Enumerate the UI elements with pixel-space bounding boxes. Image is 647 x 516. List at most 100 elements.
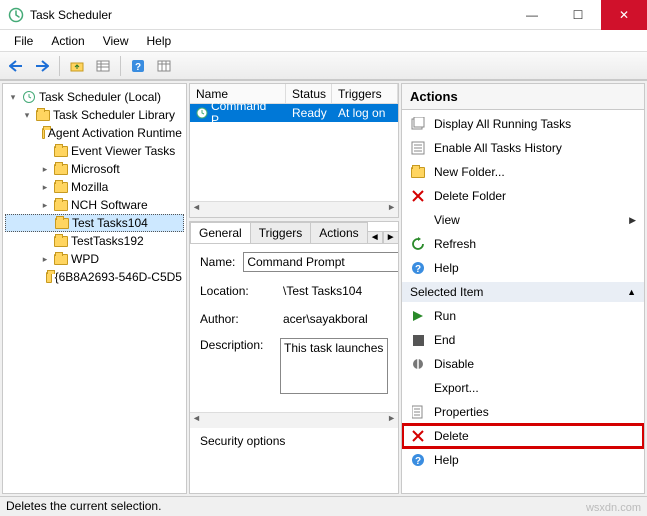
horizontal-scrollbar[interactable] bbox=[190, 412, 398, 428]
action-help[interactable]: ? Help bbox=[402, 448, 644, 472]
menu-file[interactable]: File bbox=[6, 32, 41, 50]
expander-icon[interactable]: ▸ bbox=[39, 254, 51, 265]
maximize-button[interactable]: ☐ bbox=[555, 0, 601, 30]
task-status: Ready bbox=[286, 106, 332, 120]
action-delete-folder[interactable]: Delete Folder bbox=[402, 184, 644, 208]
tree-item[interactable]: TestTasks192 bbox=[5, 232, 184, 250]
navigation-tree[interactable]: ▾ Task Scheduler (Local) ▾ Task Schedule… bbox=[2, 83, 187, 494]
tree-root-label: Task Scheduler (Local) bbox=[39, 90, 161, 104]
clock-icon bbox=[22, 90, 36, 104]
tree-item-label: WPD bbox=[71, 252, 99, 266]
action-disable[interactable]: Disable bbox=[402, 352, 644, 376]
status-bar: Deletes the current selection. bbox=[0, 496, 647, 516]
close-button[interactable]: ✕ bbox=[601, 0, 647, 30]
horizontal-scrollbar[interactable] bbox=[190, 201, 398, 217]
properties-icon bbox=[410, 404, 426, 420]
action-help[interactable]: ? Help bbox=[402, 256, 644, 280]
tree-item[interactable]: Event Viewer Tasks bbox=[5, 142, 184, 160]
blank-icon bbox=[410, 212, 426, 228]
menu-action[interactable]: Action bbox=[43, 32, 92, 50]
action-label: End bbox=[434, 333, 455, 347]
delete-icon bbox=[410, 188, 426, 204]
tree-item[interactable]: ▸Microsoft bbox=[5, 160, 184, 178]
action-enable-history[interactable]: Enable All Tasks History bbox=[402, 136, 644, 160]
col-triggers[interactable]: Triggers bbox=[332, 84, 398, 103]
tree-library-label: Task Scheduler Library bbox=[53, 108, 175, 122]
action-properties[interactable]: Properties bbox=[402, 400, 644, 424]
action-label: New Folder... bbox=[434, 165, 505, 179]
expander-icon[interactable]: ▾ bbox=[7, 92, 19, 103]
tree-item[interactable]: ▸ WPD bbox=[5, 250, 184, 268]
action-run[interactable]: Run bbox=[402, 304, 644, 328]
tree-item[interactable]: ▸Mozilla bbox=[5, 178, 184, 196]
menu-bar: File Action View Help bbox=[0, 30, 647, 52]
table-view-button[interactable] bbox=[91, 55, 115, 77]
tab-scroll[interactable]: ◄► bbox=[367, 231, 399, 243]
col-status[interactable]: Status bbox=[286, 84, 332, 103]
action-label: Help bbox=[434, 453, 459, 467]
task-row[interactable]: Command P... Ready At log on bbox=[190, 104, 398, 122]
tree-item-label: TestTasks192 bbox=[71, 234, 144, 248]
task-list-pane: Name Status Triggers Command P... Ready … bbox=[189, 83, 399, 218]
collapse-icon[interactable]: ▲ bbox=[627, 287, 636, 297]
expander-icon[interactable]: ▸ bbox=[39, 200, 51, 211]
folder-icon bbox=[55, 218, 69, 229]
label-location: Location: bbox=[200, 284, 272, 298]
list-body[interactable]: Command P... Ready At log on bbox=[190, 104, 398, 201]
folder-icon bbox=[54, 200, 68, 211]
menu-help[interactable]: Help bbox=[139, 32, 180, 50]
tree-root[interactable]: ▾ Task Scheduler (Local) bbox=[5, 88, 184, 106]
clock-icon bbox=[196, 107, 208, 119]
action-delete[interactable]: Delete bbox=[402, 424, 644, 448]
tree-item-label: NCH Software bbox=[71, 198, 148, 212]
properties-toolbar-button[interactable] bbox=[152, 55, 176, 77]
tree-item[interactable]: Agent Activation Runtime bbox=[5, 124, 184, 142]
tree-item-selected[interactable]: Test Tasks104 bbox=[5, 214, 184, 232]
action-label: Enable All Tasks History bbox=[434, 141, 562, 155]
tab-triggers[interactable]: Triggers bbox=[250, 222, 312, 243]
label-author: Author: bbox=[200, 312, 272, 326]
expander-icon[interactable]: ▸ bbox=[39, 182, 51, 193]
folder-icon bbox=[54, 236, 68, 247]
expander-icon[interactable]: ▸ bbox=[39, 164, 51, 175]
input-description[interactable] bbox=[280, 338, 388, 394]
action-label: Refresh bbox=[434, 237, 476, 251]
tree-item-label: Test Tasks104 bbox=[72, 216, 148, 230]
tree-item-label: Event Viewer Tasks bbox=[71, 144, 175, 158]
delete-icon bbox=[410, 428, 426, 444]
chevron-right-icon: ▶ bbox=[629, 215, 636, 226]
help-icon: ? bbox=[410, 260, 426, 276]
folder-icon bbox=[54, 254, 68, 265]
folder-icon bbox=[54, 146, 68, 157]
back-button[interactable] bbox=[4, 55, 28, 77]
action-new-folder[interactable]: New Folder... bbox=[402, 160, 644, 184]
center-pane: Name Status Triggers Command P... Ready … bbox=[189, 83, 399, 494]
selected-item-header[interactable]: Selected Item ▲ bbox=[402, 282, 644, 302]
help-toolbar-button[interactable]: ? bbox=[126, 55, 150, 77]
action-display-running[interactable]: Display All Running Tasks bbox=[402, 112, 644, 136]
action-label: View bbox=[434, 213, 460, 227]
blank-icon bbox=[410, 380, 426, 396]
up-folder-button[interactable] bbox=[65, 55, 89, 77]
minimize-button[interactable]: — bbox=[509, 0, 555, 30]
tree-item[interactable]: {6B8A2693-546D-C5D5 bbox=[5, 268, 184, 286]
action-end[interactable]: End bbox=[402, 328, 644, 352]
action-export[interactable]: Export... bbox=[402, 376, 644, 400]
input-name[interactable] bbox=[243, 252, 399, 272]
tab-actions[interactable]: Actions bbox=[310, 222, 367, 243]
forward-button[interactable] bbox=[30, 55, 54, 77]
status-text: Deletes the current selection. bbox=[6, 499, 161, 513]
svg-text:?: ? bbox=[415, 264, 421, 275]
actions-pane: Actions Display All Running Tasks Enable… bbox=[401, 83, 645, 494]
expander-icon[interactable]: ▾ bbox=[21, 110, 33, 121]
tree-library[interactable]: ▾ Task Scheduler Library bbox=[5, 106, 184, 124]
action-refresh[interactable]: Refresh bbox=[402, 232, 644, 256]
folder-icon bbox=[42, 128, 44, 139]
menu-view[interactable]: View bbox=[95, 32, 137, 50]
action-view[interactable]: View ▶ bbox=[402, 208, 644, 232]
value-author: acer\sayakboral bbox=[280, 310, 388, 328]
detail-tabs: General Triggers Actions ◄► bbox=[190, 222, 398, 244]
window-title: Task Scheduler bbox=[30, 8, 509, 22]
tree-item[interactable]: ▸ NCH Software bbox=[5, 196, 184, 214]
tab-general[interactable]: General bbox=[190, 222, 251, 243]
